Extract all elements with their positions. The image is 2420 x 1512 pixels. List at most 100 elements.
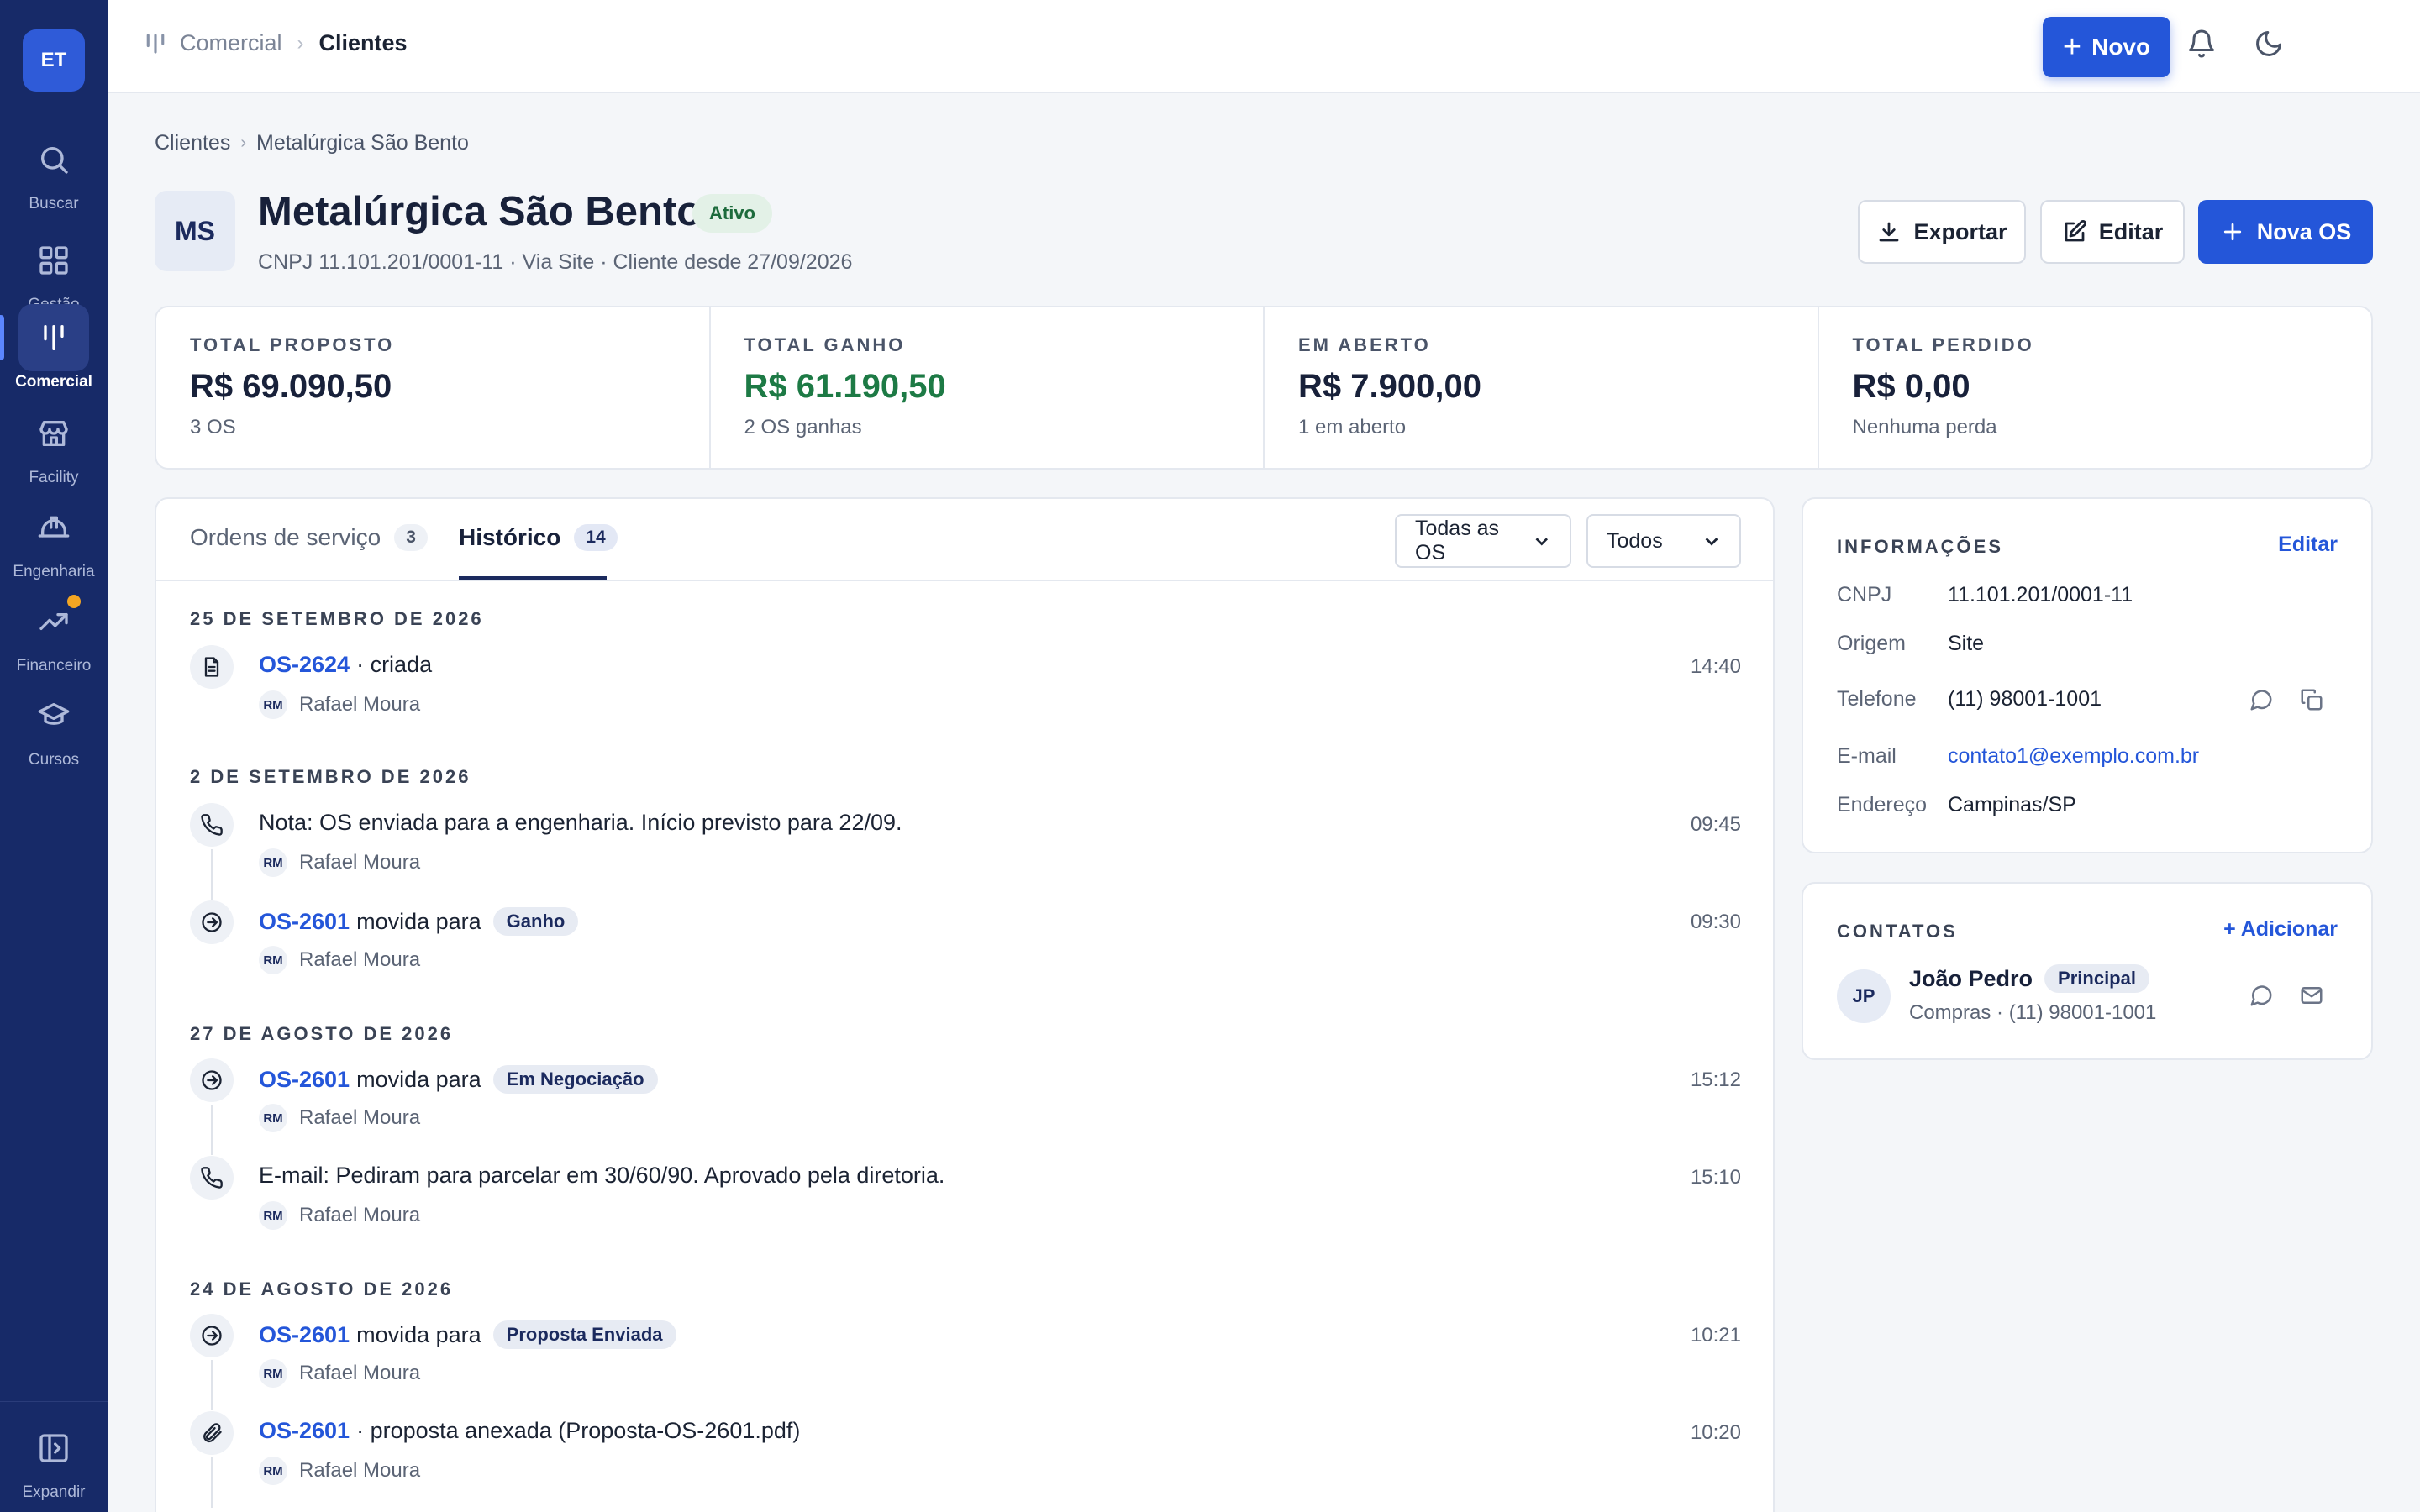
info-value: Site xyxy=(1948,632,1985,655)
tab-count: 3 xyxy=(394,524,428,551)
sidebar-item-comercial[interactable]: Comercial xyxy=(0,304,108,398)
sidebar-expand-button[interactable]: Expandir xyxy=(0,1415,108,1509)
sidebar-item-facility[interactable]: Facility xyxy=(0,400,108,494)
timeline-event: Nota: OS enviada para a engenharia. Iníc… xyxy=(156,803,1773,900)
tab-ordens-de-servico[interactable]: Ordens de serviço 3 xyxy=(190,524,428,551)
user-mini-avatar: RM xyxy=(259,848,287,877)
chevron-down-icon xyxy=(1535,538,1549,546)
export-button[interactable]: Exportar xyxy=(1858,200,2026,264)
store-icon xyxy=(18,400,89,467)
event-user: RM Rafael Moura xyxy=(259,848,420,877)
phone-icon xyxy=(190,803,234,847)
sidebar-item-buscar[interactable]: Buscar xyxy=(0,126,108,220)
event-time: 09:30 xyxy=(1690,911,1741,933)
edit-icon xyxy=(2065,219,2086,242)
copy-icon[interactable] xyxy=(2299,687,2324,712)
tab-label: Ordens de serviço xyxy=(190,524,381,550)
stat-sub: 2 OS ganhas xyxy=(744,416,862,438)
stat-label: EM ABERTO xyxy=(1298,334,1431,355)
stat-total-ganho: TOTAL GANHO R$ 61.190,50 2 OS ganhas xyxy=(711,307,1265,468)
edit-button-label: Editar xyxy=(2098,218,2164,244)
info-value: Campinas/SP xyxy=(1948,793,2076,816)
event-title: OS-2601 · proposta anexada (Proposta-OS-… xyxy=(259,1418,800,1444)
stat-sub: Nenhuma perda xyxy=(1852,416,1997,438)
os-link[interactable]: OS-2601 xyxy=(259,909,350,935)
stat-em-aberto: EM ABERTO R$ 7.900,00 1 em aberto xyxy=(1265,307,1819,468)
message-circle-icon[interactable] xyxy=(2249,687,2274,712)
info-key: Origem xyxy=(1837,632,1906,655)
sidebar-item-label: Buscar xyxy=(29,195,79,213)
info-key: E-mail xyxy=(1837,744,1897,768)
user-mini-avatar: RM xyxy=(259,1104,287,1132)
timeline-event: OS-2601 movida para Ganho RM Rafael Mour… xyxy=(156,900,1773,976)
email-link[interactable]: contato1@exemplo.com.br xyxy=(1948,744,2199,768)
info-panel: INFORMAÇÕES Editar CNPJ 11.101.201/0001-1… xyxy=(1802,497,2373,853)
topbar: Comercial › Clientes + Novo RM xyxy=(108,0,2420,93)
event-time: 14:40 xyxy=(1690,655,1741,678)
event-user: RM Rafael Moura xyxy=(259,946,420,974)
contact-name: João Pedro Principal xyxy=(1909,964,2149,993)
document-icon xyxy=(190,645,234,689)
info-row-endereco: Endereço Campinas/SP xyxy=(1837,793,2076,817)
add-contact-link[interactable]: + Adicionar xyxy=(2223,917,2338,942)
user-mini-avatar: RM xyxy=(259,1457,287,1485)
app-logo[interactable]: ET xyxy=(23,29,85,92)
info-title: INFORMAÇÕES xyxy=(1837,536,2003,557)
os-link[interactable]: OS-2601 xyxy=(259,1322,350,1348)
sidebar-item-cursos[interactable]: Cursos xyxy=(0,682,108,776)
arrow-right-circle-icon xyxy=(190,1314,234,1357)
search-icon xyxy=(18,126,89,193)
event-title: OS-2601 movida para Proposta Enviada xyxy=(259,1320,676,1349)
os-link[interactable]: OS-2601 xyxy=(259,1067,350,1093)
info-row-origem: Origem Site xyxy=(1837,632,1984,656)
breadcrumb-link-clientes[interactable]: Clientes xyxy=(155,131,230,155)
event-text: movida para xyxy=(356,1066,481,1092)
contact-badge: Principal xyxy=(2044,964,2149,993)
sidebar-item-engenharia[interactable]: Engenharia xyxy=(0,494,108,588)
tab-active-indicator xyxy=(459,576,607,580)
os-link[interactable]: OS-2624 xyxy=(259,652,350,678)
filter-type-select[interactable]: Todos xyxy=(1586,514,1741,568)
message-circle-icon[interactable] xyxy=(2249,983,2274,1008)
moon-icon[interactable] xyxy=(2254,29,2291,66)
arrow-right-circle-icon xyxy=(190,1058,234,1102)
topbar-breadcrumb: Comercial › Clientes xyxy=(143,30,408,56)
stat-label: TOTAL GANHO xyxy=(744,334,906,355)
bell-icon[interactable] xyxy=(2186,29,2223,66)
event-user: RM Rafael Moura xyxy=(259,1104,420,1132)
client-avatar: MS xyxy=(155,191,235,271)
os-link[interactable]: OS-2601 xyxy=(259,1418,350,1444)
stage-pill: Proposta Enviada xyxy=(492,1320,676,1349)
tab-historico[interactable]: Histórico 14 xyxy=(459,524,618,551)
mail-icon[interactable] xyxy=(2299,983,2324,1008)
event-user-name: Rafael Moura xyxy=(299,693,421,716)
event-user-name: Rafael Moura xyxy=(299,1362,421,1384)
graduation-cap-icon xyxy=(18,682,89,749)
stat-sub: 1 em aberto xyxy=(1298,416,1407,438)
event-user: RM Rafael Moura xyxy=(259,1359,420,1388)
tab-label: Histórico xyxy=(459,524,561,550)
phone-icon xyxy=(190,1156,234,1200)
info-edit-link[interactable]: Editar xyxy=(2278,533,2338,557)
new-os-button[interactable]: Nova OS xyxy=(2198,200,2373,264)
filter-os-value: Todas as OS xyxy=(1415,517,1500,564)
contacts-panel: CONTATOS + Adicionar JP João Pedro Princ… xyxy=(1802,882,2373,1060)
new-os-button-label: Nova OS xyxy=(2256,218,2352,244)
export-button-label: Exportar xyxy=(1913,218,2007,244)
new-button-label: Novo xyxy=(2091,34,2151,60)
new-button[interactable]: + Novo xyxy=(2043,17,2170,77)
edit-button[interactable]: Editar xyxy=(2040,200,2185,264)
info-value: (11) 98001-1001 xyxy=(1948,687,2102,711)
info-key: Telefone xyxy=(1837,687,1917,711)
event-user-name: Rafael Moura xyxy=(299,1459,421,1482)
filter-os-select[interactable]: Todas as OS xyxy=(1395,514,1571,568)
plus-icon: + xyxy=(2062,29,2082,65)
timeline-connector xyxy=(211,1105,213,1155)
stage-pill: Ganho xyxy=(492,907,579,936)
chevron-right-icon: › xyxy=(297,31,304,55)
breadcrumb-current: Metalúrgica São Bento xyxy=(256,131,469,155)
breadcrumb-section[interactable]: Comercial xyxy=(180,30,282,56)
sidebar-item-financeiro[interactable]: Financeiro xyxy=(0,588,108,682)
stat-value: R$ 0,00 xyxy=(1852,368,1970,405)
date-header: 2 DE SETEMBRO DE 2026 xyxy=(190,766,471,787)
